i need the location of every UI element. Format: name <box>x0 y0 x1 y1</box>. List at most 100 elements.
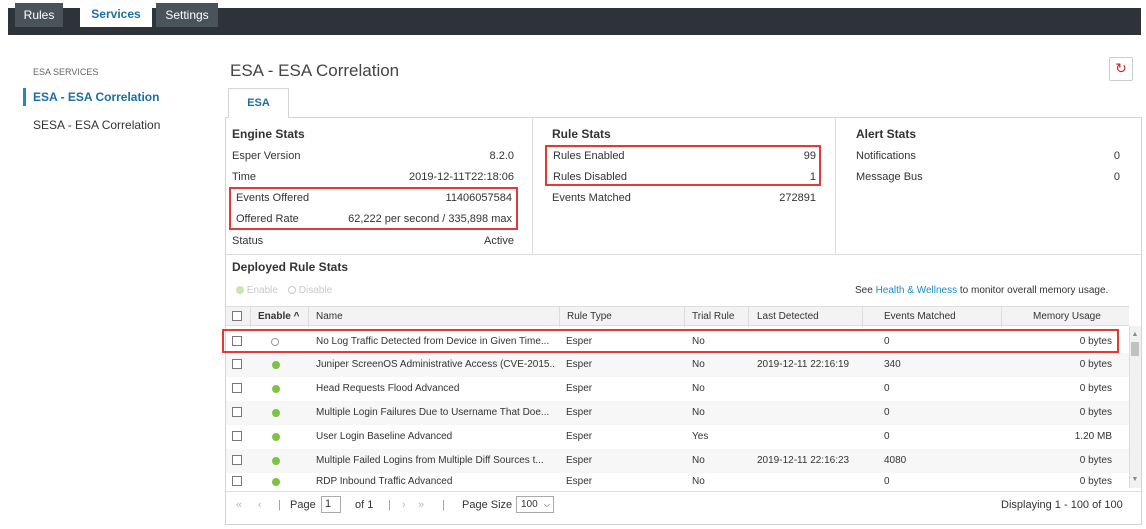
enabled-status-icon <box>272 433 280 441</box>
stats-bottom-divider <box>226 254 1141 255</box>
column-separator <box>1001 307 1002 327</box>
column-name[interactable]: Name <box>316 307 343 327</box>
alert-stats-title: Alert Stats <box>856 127 917 141</box>
row-checkbox[interactable] <box>232 476 242 486</box>
row-checkbox[interactable] <box>232 455 242 465</box>
events-matched: 0 <box>884 407 890 418</box>
sidebar-heading: ESA SERVICES <box>33 67 99 77</box>
memory-usage: 0 bytes <box>1079 476 1112 487</box>
trial-rule: No <box>692 476 705 487</box>
column-separator <box>559 307 560 327</box>
engine-stat-value: Active <box>484 235 514 247</box>
enabled-status-icon <box>272 478 280 486</box>
column-events-matched[interactable]: Events Matched <box>884 307 956 327</box>
trial-rule: No <box>692 407 705 418</box>
events-matched: 0 <box>884 431 890 442</box>
row-checkbox[interactable] <box>232 407 242 417</box>
events-matched: 340 <box>884 359 901 370</box>
events-offered-highlight <box>229 187 518 230</box>
engine-stat-label: Time <box>232 171 257 183</box>
column-separator <box>250 307 251 327</box>
enable-dot-icon <box>236 286 244 294</box>
rule-type: Esper <box>566 359 593 370</box>
table-row[interactable]: RDP Inbound Traffic Advanced Esper No 0 … <box>226 470 1129 490</box>
alert-stat-value: 0 <box>1113 150 1120 162</box>
sidebar-item-esa-correlation[interactable]: ESA - ESA Correlation <box>33 90 159 104</box>
memory-usage: 0 bytes <box>1079 407 1112 418</box>
memory-usage: 0 bytes <box>1079 383 1112 394</box>
disable-button[interactable]: Disable <box>288 285 332 296</box>
scroll-up-icon[interactable]: ▲ <box>1129 329 1141 341</box>
tab-esa[interactable]: ESA <box>228 88 289 118</box>
first-page-icon[interactable]: « <box>236 499 242 511</box>
alert-stat-label: Message Bus <box>856 171 923 183</box>
refresh-button[interactable]: ↻ <box>1109 57 1133 81</box>
sidebar-item-sesa-correlation[interactable]: SESA - ESA Correlation <box>33 118 160 132</box>
rule-stat-value: 272891 <box>779 192 816 204</box>
pager-separator: | <box>278 499 281 511</box>
trial-rule: No <box>692 359 705 370</box>
table-row[interactable]: Multiple Login Failures Due to Username … <box>226 401 1129 425</box>
table-row[interactable]: Juniper ScreenOS Administrative Access (… <box>226 353 1129 377</box>
alert-stat-label: Notifications <box>856 150 916 162</box>
rule-name: RDP Inbound Traffic Advanced <box>316 476 453 487</box>
column-last-detected[interactable]: Last Detected <box>757 307 819 327</box>
page-title: ESA - ESA Correlation <box>230 61 400 80</box>
health-suffix: to monitor overall memory usage. <box>959 285 1109 296</box>
disable-button-label: Disable <box>298 285 333 296</box>
memory-usage: 0 bytes <box>1079 359 1112 370</box>
rule-name: Head Requests Flood Advanced <box>316 383 460 394</box>
table-row[interactable]: Head Requests Flood Advanced Esper No 0 … <box>226 377 1129 401</box>
select-all-checkbox[interactable] <box>232 311 242 321</box>
rule-stat-label: Events Matched <box>552 192 631 204</box>
page-label: Page <box>290 499 316 511</box>
last-detected: 2019-12-11 22:16:19 <box>757 359 850 370</box>
refresh-icon: ↻ <box>1115 60 1127 76</box>
row-checkbox[interactable] <box>232 431 242 441</box>
table-header: Enable ^ Name Rule Type Trial Rule Last … <box>226 306 1129 327</box>
prev-page-icon[interactable]: ‹ <box>258 499 262 511</box>
stats-divider <box>835 118 836 255</box>
row-checkbox[interactable] <box>232 383 242 393</box>
row-checkbox[interactable] <box>232 359 242 369</box>
scrollbar-thumb[interactable] <box>1131 342 1139 356</box>
engine-stats-title: Engine Stats <box>232 127 305 141</box>
scroll-down-icon[interactable]: ▼ <box>1129 474 1141 486</box>
rule-type: Esper <box>566 383 593 394</box>
rule-type: Esper <box>566 407 593 418</box>
column-separator <box>862 307 863 327</box>
engine-stat-value: 8.2.0 <box>489 150 514 162</box>
tab-rules[interactable]: Rules <box>15 3 63 27</box>
rules-enabled-highlight <box>545 145 821 186</box>
engine-stat-value: 2019-12-11T22:18:06 <box>409 171 514 183</box>
health-prefix: See <box>855 285 873 296</box>
enable-button-label: Enable <box>246 285 278 296</box>
page-size-select[interactable]: 100 ⌵ <box>516 496 554 513</box>
column-enable[interactable]: Enable ^ <box>258 307 299 327</box>
column-rule-type[interactable]: Rule Type <box>567 307 612 327</box>
no-log-row-highlight <box>222 329 1119 353</box>
stats-divider <box>532 118 533 255</box>
last-page-icon[interactable]: » <box>418 499 424 511</box>
tab-settings[interactable]: Settings <box>156 3 218 27</box>
disable-circle-icon <box>288 286 296 294</box>
alert-stat-value: 0 <box>1113 171 1120 183</box>
column-memory-usage[interactable]: Memory Usage <box>1033 307 1101 327</box>
events-matched: 0 <box>884 383 890 394</box>
page-size-label: Page Size <box>462 499 513 511</box>
enable-button[interactable]: Enable <box>236 285 278 296</box>
column-trial-rule[interactable]: Trial Rule <box>692 307 734 327</box>
health-wellness-link[interactable]: Health & Wellness <box>876 285 958 296</box>
pager-separator: | <box>442 499 445 511</box>
trial-rule: Yes <box>692 431 709 442</box>
trial-rule: No <box>692 383 705 394</box>
enabled-status-icon <box>272 361 280 369</box>
enabled-status-icon <box>272 385 280 393</box>
tab-services[interactable]: Services <box>80 2 152 27</box>
chevron-down-icon: ⌵ <box>543 500 550 509</box>
next-page-icon[interactable]: › <box>402 499 406 511</box>
column-separator <box>748 307 749 327</box>
table-row[interactable]: User Login Baseline Advanced Esper Yes 0… <box>226 425 1129 449</box>
page-number-input[interactable]: 1 <box>321 496 341 513</box>
engine-stat-label: Esper Version <box>232 150 301 162</box>
